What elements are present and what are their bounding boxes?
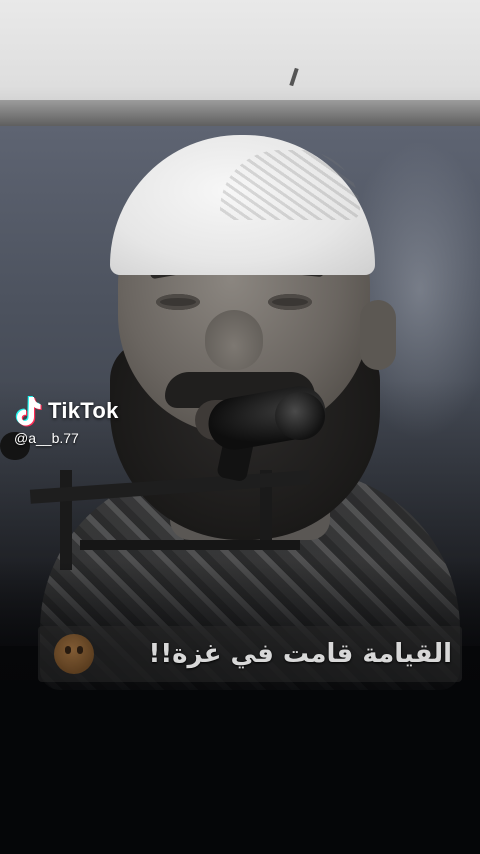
creator-handle: @a__b.77 xyxy=(14,430,79,446)
bottom-vignette xyxy=(0,560,480,854)
caption-text: القيامة قامت في غزة!! xyxy=(148,639,452,669)
microphone-tip xyxy=(275,392,325,440)
crying-face-icon xyxy=(54,634,94,674)
mic-stand-base xyxy=(80,540,300,550)
speaker-eye-left xyxy=(156,294,200,310)
tiktok-watermark: TikTok xyxy=(14,394,119,428)
ceiling xyxy=(0,0,480,108)
mic-stand-arm-left xyxy=(60,470,72,570)
ceiling-trim xyxy=(0,100,480,128)
speaker-nose xyxy=(205,310,263,370)
tiktok-brand-label: TikTok xyxy=(48,398,119,423)
tiktok-note-icon xyxy=(15,396,42,427)
speaker-eye-right xyxy=(268,294,312,310)
video-frame[interactable]: القيامة قامت في غزة!! TikTok @a__b.77 xyxy=(0,0,480,854)
speaker-ear xyxy=(360,300,396,370)
